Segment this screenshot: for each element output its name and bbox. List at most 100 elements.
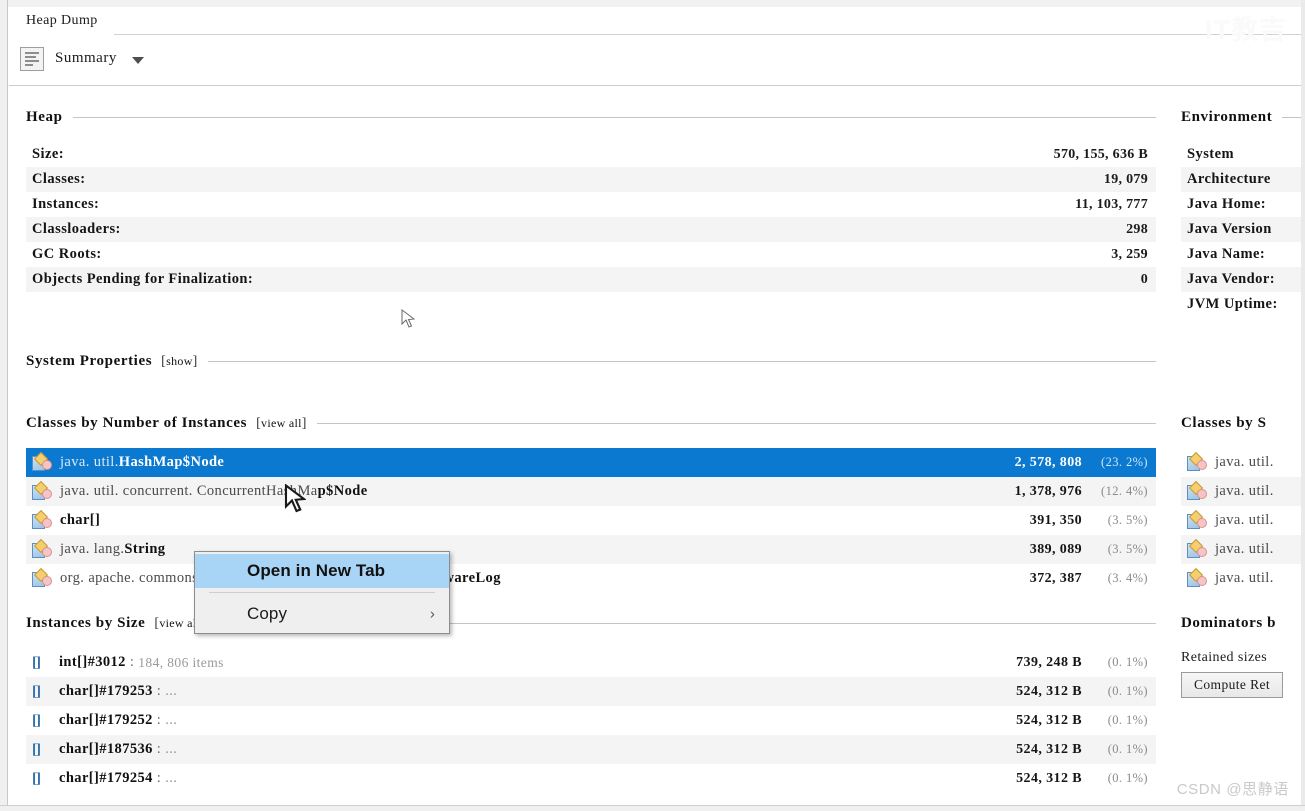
table-row: JVM Uptime: (1181, 292, 1301, 317)
env-row-key: Java Vendor: (1187, 271, 1275, 287)
list-item[interactable]: java. util. (1181, 535, 1301, 564)
system-properties-heading: System Properties [show] (26, 353, 1156, 370)
list-item[interactable]: [] char[]#187536 : ... 524, 312 B (0. 1%… (26, 735, 1156, 764)
table-row: Java Version (1181, 217, 1301, 242)
environment-heading: Environment (1181, 109, 1301, 126)
instance-meta: ... (165, 741, 178, 757)
heap-dump-window: IT教吉 Heap Dump Summary Heap Size: 570, 1… (0, 0, 1305, 811)
context-menu-item-label: Open in New Tab (247, 561, 386, 580)
list-item[interactable]: [] char[]#179252 : ... 524, 312 B (0. 1%… (26, 706, 1156, 735)
instance-name: char[]#187536 (59, 741, 153, 757)
summary-content: Heap Size: 570, 155, 636 B Classes: 19, … (9, 87, 1301, 805)
class-package: java. util. (1215, 483, 1274, 499)
list-item[interactable]: java. util. (1181, 477, 1301, 506)
heap-row-value: 11, 103, 777 (1075, 196, 1148, 212)
context-menu-item-copy[interactable]: Copy › (195, 597, 449, 631)
env-row-key: System (1187, 146, 1235, 162)
heap-row-value: 0 (1140, 271, 1148, 287)
instance-size: 524, 312 B (1016, 683, 1082, 699)
compute-retained-size-button[interactable]: Compute Ret (1181, 672, 1284, 698)
instance-percent: (23. 2%) (1101, 455, 1148, 469)
heap-section-title: Heap (26, 109, 63, 125)
table-row: Instances: 11, 103, 777 (26, 192, 1156, 217)
instance-size: 524, 312 B (1016, 712, 1082, 728)
tab-heap-dump[interactable]: Heap Dump (9, 7, 114, 35)
chevron-down-icon[interactable] (132, 57, 144, 64)
separator-colon: : (129, 654, 135, 670)
instances-by-size-section: Instances by Size [view all] [] int[]#30… (26, 615, 1156, 793)
instance-percent: (3. 4%) (1107, 571, 1148, 585)
class-name: p$Node (317, 483, 368, 499)
system-properties-rule (207, 361, 1156, 362)
list-item[interactable]: [] int[]#3012 : 184, 806 items 739, 248 … (26, 648, 1156, 677)
separator-colon: : (156, 741, 162, 757)
environment-section: Environment System Architecture Java Hom… (1181, 109, 1301, 317)
list-item[interactable]: java. util. (1181, 564, 1301, 593)
instances-by-size-title: Instances by Size (26, 615, 146, 631)
instance-count: 389, 089 (1029, 541, 1082, 557)
instance-size: 524, 312 B (1016, 770, 1082, 786)
table-row: Architecture (1181, 167, 1301, 192)
environment-rule (1282, 117, 1301, 118)
class-name: HashMap$Node (118, 454, 225, 470)
heap-section-heading: Heap (26, 109, 1156, 126)
classes-by-instances-viewall-link[interactable]: [view all] (256, 416, 307, 432)
instance-name: char[]#179253 (59, 683, 153, 699)
array-icon: [] (32, 712, 41, 729)
show-link-label: show (166, 353, 193, 368)
separator-colon: : (156, 712, 162, 728)
classes-by-size-heading: Classes by S (1181, 415, 1301, 432)
list-item[interactable]: char[] 391, 350 (3. 5%) (26, 506, 1156, 535)
chevron-right-icon: › (429, 605, 435, 623)
environment-table: System Architecture Java Home: Java Vers… (1181, 142, 1301, 317)
heap-row-value: 3, 259 (1111, 246, 1148, 262)
instance-name: char[]#179252 (59, 712, 153, 728)
system-properties-show-link[interactable]: [show] (161, 354, 197, 370)
instance-percent: (0. 1%) (1107, 713, 1148, 727)
class-icon (32, 538, 52, 559)
array-icon: [] (32, 770, 41, 787)
cursor-arrow-secondary (401, 309, 415, 328)
table-row: Java Home: (1181, 192, 1301, 217)
table-row: Objects Pending for Finalization: 0 (26, 267, 1156, 292)
list-item[interactable]: [] char[]#179254 : ... 524, 312 B (0. 1%… (26, 764, 1156, 793)
list-item[interactable]: java. util. (1181, 448, 1301, 477)
array-icon: [] (32, 683, 41, 700)
list-item[interactable]: java. util. (1181, 506, 1301, 535)
separator-colon: : (156, 770, 162, 786)
context-menu-separator (209, 592, 435, 593)
heap-section-rule (72, 117, 1156, 118)
table-row: Classes: 19, 079 (26, 167, 1156, 192)
list-item[interactable]: [] char[]#179253 : ... 524, 312 B (0. 1%… (26, 677, 1156, 706)
class-icon (32, 480, 52, 501)
list-item[interactable]: java. util. HashMap$Node 2, 578, 808 (23… (26, 448, 1156, 477)
heap-section: Heap Size: 570, 155, 636 B Classes: 19, … (26, 109, 1156, 292)
heap-row-key: Size: (32, 146, 65, 162)
env-row-key: Java Version (1187, 221, 1272, 237)
env-row-key: Architecture (1187, 171, 1271, 187)
list-item[interactable]: java. util. concurrent. ConcurrentHashMa… (26, 477, 1156, 506)
array-icon: [] (32, 654, 41, 671)
instance-count: 1, 378, 976 (1014, 483, 1082, 499)
class-icon (32, 451, 52, 472)
class-package: java. util. (1215, 512, 1274, 528)
heap-row-key: GC Roots: (32, 246, 102, 262)
dominators-note: Retained sizes (1181, 650, 1268, 665)
heap-row-value: 298 (1126, 221, 1148, 237)
instance-size: 524, 312 B (1016, 741, 1082, 757)
context-menu-item-open-in-new-tab[interactable]: Open in New Tab (195, 554, 449, 588)
view-selector-label[interactable]: Summary (55, 50, 117, 67)
window-right-edge (1301, 0, 1305, 811)
tab-heap-dump-label: Heap Dump (26, 13, 98, 28)
summary-page-icon[interactable] (20, 47, 44, 71)
table-row: GC Roots: 3, 259 (26, 242, 1156, 267)
instance-percent: (3. 5%) (1107, 542, 1148, 556)
instance-percent: (3. 5%) (1107, 513, 1148, 527)
heap-row-key: Classloaders: (32, 221, 121, 237)
class-icon (1187, 480, 1207, 501)
heap-row-value: 19, 079 (1103, 171, 1148, 187)
instance-name: char[]#179254 (59, 770, 153, 786)
instance-count: 2, 578, 808 (1014, 454, 1082, 470)
table-row: Classloaders: 298 (26, 217, 1156, 242)
heap-row-value: 570, 155, 636 B (1053, 146, 1148, 162)
